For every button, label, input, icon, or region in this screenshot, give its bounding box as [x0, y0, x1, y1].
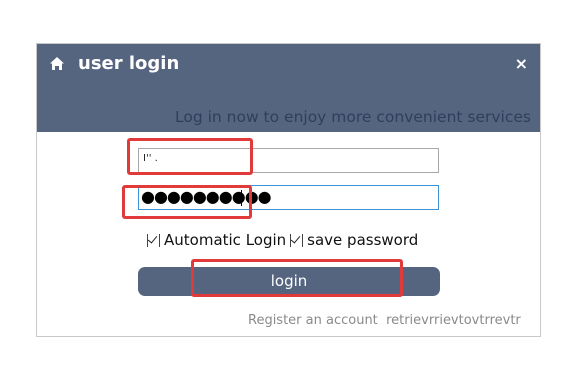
highlight-password [122, 185, 252, 219]
highlight-username [127, 138, 253, 175]
retrieve-link[interactable]: retrievrrievtovtrrevtr [386, 313, 521, 328]
highlight-login-button [191, 259, 403, 297]
save-password-label[interactable]: save password [307, 231, 418, 249]
register-link[interactable]: Register an account [248, 313, 378, 328]
dialog-title: user login [78, 53, 180, 74]
close-icon[interactable]: × [515, 54, 528, 73]
auto-login-label[interactable]: Automatic Login [164, 231, 286, 249]
title-row: user login [49, 53, 179, 74]
auto-login-checkbox[interactable] [147, 232, 160, 247]
save-password-checkbox[interactable] [290, 232, 304, 247]
checkmark-icon [290, 232, 301, 244]
dialog-header: user login × Log in now to enjoy more co… [37, 44, 540, 132]
checkmark-icon [147, 232, 158, 244]
login-options: Automatic Login save password [147, 231, 418, 249]
dialog-subtitle: Log in now to enjoy more convenient serv… [174, 108, 531, 126]
home-icon [50, 56, 64, 70]
dialog-footer: Register an account retrievrrievtovtrrev… [248, 313, 521, 328]
